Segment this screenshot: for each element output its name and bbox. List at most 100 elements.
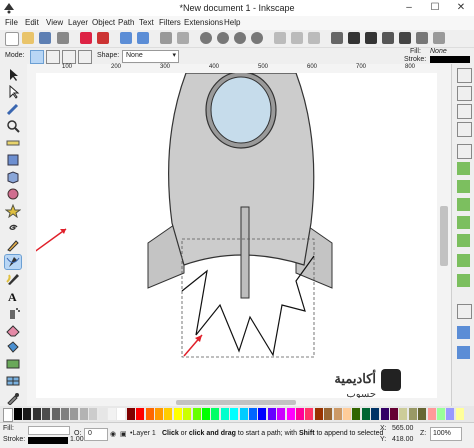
shape-select[interactable]: None ▾ xyxy=(122,50,179,63)
zoom-tool-icon[interactable] xyxy=(5,119,21,133)
palette-swatch[interactable] xyxy=(296,408,304,420)
node-tool-icon[interactable] xyxy=(5,85,21,99)
palette-swatch[interactable] xyxy=(267,408,276,420)
eye-icon[interactable]: ◉ xyxy=(110,430,116,438)
status-fill-swatch[interactable] xyxy=(28,426,70,435)
close-button[interactable]: ✕ xyxy=(448,1,474,15)
menu-file[interactable]: File xyxy=(5,18,18,27)
ellipse-tool-icon[interactable] xyxy=(5,187,21,201)
palette-swatch[interactable] xyxy=(399,408,408,420)
new-document-icon[interactable] xyxy=(5,32,19,46)
snap-toggle-icon[interactable] xyxy=(457,68,472,83)
palette-swatch[interactable] xyxy=(183,408,192,420)
clone-icon[interactable] xyxy=(291,32,303,44)
no-paint-swatch[interactable] xyxy=(3,408,13,422)
palette-swatch[interactable] xyxy=(220,408,229,420)
paste-icon[interactable] xyxy=(177,32,189,44)
snap-midpoints-icon[interactable] xyxy=(457,234,470,247)
palette-swatch[interactable] xyxy=(14,408,22,420)
palette-swatch[interactable] xyxy=(230,408,239,420)
copy-icon[interactable] xyxy=(160,32,172,44)
spiral-tool-icon[interactable] xyxy=(5,221,21,235)
palette-swatch[interactable] xyxy=(108,408,116,420)
zoom-selection-icon[interactable] xyxy=(200,32,212,44)
calligraphy-tool-icon[interactable] xyxy=(5,272,21,286)
palette-swatch[interactable] xyxy=(98,408,107,420)
palette-swatch[interactable] xyxy=(258,408,267,420)
palette-swatch[interactable] xyxy=(23,408,32,420)
selector-tool-icon[interactable] xyxy=(5,68,21,82)
document-properties-icon[interactable] xyxy=(433,32,445,44)
palette-swatch[interactable] xyxy=(32,408,41,420)
palette-swatch[interactable] xyxy=(117,408,126,420)
menu-edit[interactable]: Edit xyxy=(25,18,39,27)
zoom-drawing-icon[interactable] xyxy=(217,32,229,44)
menu-layer[interactable]: Layer xyxy=(68,18,88,27)
export-icon[interactable] xyxy=(97,32,109,44)
palette-swatch[interactable] xyxy=(164,408,173,420)
preferences-icon[interactable] xyxy=(416,32,428,44)
eraser-tool-icon[interactable] xyxy=(5,323,21,337)
palette-swatch[interactable] xyxy=(380,408,389,420)
unlink-clone-icon[interactable] xyxy=(308,32,320,44)
text-font-icon[interactable] xyxy=(365,32,377,44)
menu-text[interactable]: Text xyxy=(139,18,154,27)
snap-paths-icon[interactable] xyxy=(457,162,470,175)
snap-bbox-icon[interactable] xyxy=(457,86,472,101)
palette-swatch[interactable] xyxy=(437,408,445,420)
import-icon[interactable] xyxy=(80,32,92,44)
snap-intersections-icon[interactable] xyxy=(457,180,470,193)
palette-swatch[interactable] xyxy=(418,408,427,420)
text-tool-icon[interactable]: A xyxy=(5,289,21,303)
spray-tool-icon[interactable] xyxy=(5,306,21,320)
print-icon[interactable] xyxy=(57,32,69,44)
star-tool-icon[interactable] xyxy=(5,204,21,218)
zigzag-mode-icon[interactable] xyxy=(78,50,92,64)
stroke-indicator-swatch[interactable] xyxy=(430,56,470,63)
snap-bbox-edges-icon[interactable] xyxy=(457,104,472,119)
horizontal-scroll-thumb[interactable] xyxy=(176,400,296,405)
palette-swatch[interactable] xyxy=(145,408,154,420)
lock-icon[interactable]: ▣ xyxy=(120,430,127,438)
snap-nodes-icon[interactable] xyxy=(457,144,472,159)
drawing-canvas[interactable]: أكاديمية حسوب xyxy=(36,73,437,406)
menu-path[interactable]: Path xyxy=(118,18,134,27)
status-stroke-width[interactable]: 1.00 xyxy=(70,436,84,443)
menu-view[interactable]: View xyxy=(46,18,63,27)
maximize-button[interactable]: ☐ xyxy=(422,1,448,15)
snap-rotation-center-icon[interactable] xyxy=(457,274,470,287)
palette-swatch[interactable] xyxy=(361,408,370,420)
palette-swatch[interactable] xyxy=(343,408,351,420)
zoom-input[interactable]: 100% xyxy=(430,427,462,441)
palette-swatch[interactable] xyxy=(192,408,201,420)
duplicate-icon[interactable] xyxy=(274,32,286,44)
spiro-mode-icon[interactable] xyxy=(46,50,60,64)
bezier-pen-tool-icon[interactable] xyxy=(4,254,22,270)
horizontal-scrollbar[interactable] xyxy=(36,398,437,406)
zoom-width-icon[interactable] xyxy=(251,32,263,44)
palette-swatch[interactable] xyxy=(42,408,51,420)
palette-swatch[interactable] xyxy=(277,408,286,420)
snap-centers-icon[interactable] xyxy=(457,254,470,267)
menu-extensions[interactable]: Extensions xyxy=(184,18,223,27)
measure-tool-icon[interactable] xyxy=(5,136,21,150)
palette-swatch[interactable] xyxy=(173,408,182,420)
palette-swatch[interactable] xyxy=(155,408,163,420)
palette-swatch[interactable] xyxy=(455,408,464,420)
palette-swatch[interactable] xyxy=(352,408,361,420)
vertical-scroll-thumb[interactable] xyxy=(440,206,448,266)
fill-stroke-icon[interactable] xyxy=(348,32,360,44)
palette-swatch[interactable] xyxy=(314,408,323,420)
rectangle-tool-icon[interactable] xyxy=(5,153,21,167)
snap-guides-icon[interactable] xyxy=(457,346,470,359)
menu-help[interactable]: Help xyxy=(224,18,240,27)
palette-swatch[interactable] xyxy=(211,408,220,420)
align-icon[interactable] xyxy=(399,32,411,44)
palette-swatch[interactable] xyxy=(70,408,79,420)
palette-swatch[interactable] xyxy=(202,408,210,420)
snap-cusp-nodes-icon[interactable] xyxy=(457,198,470,211)
palette-swatch[interactable] xyxy=(286,408,295,420)
bezier-mode-icon[interactable] xyxy=(30,50,44,64)
minimize-button[interactable]: – xyxy=(396,1,422,15)
palette-swatch[interactable] xyxy=(446,408,455,420)
